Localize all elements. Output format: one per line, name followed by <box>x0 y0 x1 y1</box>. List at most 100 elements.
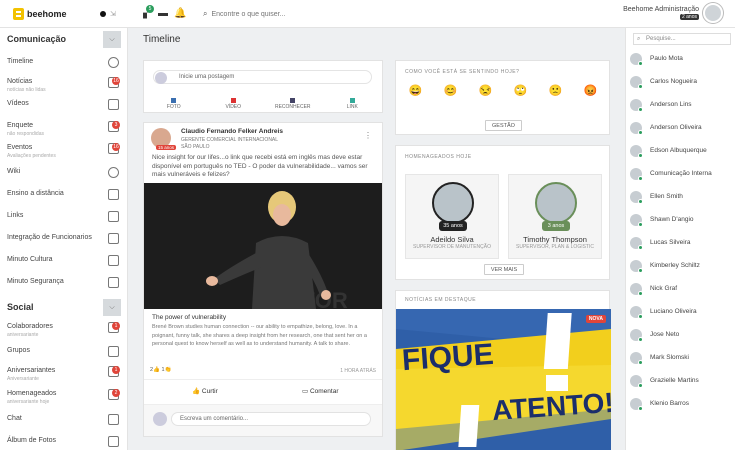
book-icon <box>108 255 119 266</box>
post-input[interactable]: Inicie uma postagem <box>153 70 372 84</box>
bell-icon[interactable]: 🔔 <box>174 8 186 20</box>
status-dot-icon[interactable] <box>100 11 106 17</box>
contact-item[interactable]: Carlos Nogueira <box>630 73 730 93</box>
sidebar-item-enquete[interactable]: Enquete não respondidas 3 <box>7 118 121 138</box>
unamused-emoji-icon[interactable]: 😒 <box>478 84 493 99</box>
sad-emoji-icon[interactable]: 🙁 <box>548 84 563 99</box>
post-author[interactable]: Claudio Fernando Felker Andreis <box>181 128 283 135</box>
avatar <box>535 182 577 224</box>
sidebar-item-ensino[interactable]: Ensino a distância <box>7 186 121 206</box>
honored-person[interactable]: 3 anos Timothy Thompson SUPERVISOR, PLAN… <box>508 174 602 259</box>
online-status-icon <box>638 222 643 227</box>
mood-title: COMO VOCÊ ESTÁ SE SENTINDO HOJE? <box>405 69 520 75</box>
online-status-icon <box>638 360 643 365</box>
comment-icon: ▭ <box>302 388 310 395</box>
contact-item[interactable]: Luciano Oliveira <box>630 303 730 323</box>
sidebar-item-links[interactable]: Links <box>7 208 121 228</box>
like-button[interactable]: 👍 Curtir <box>192 387 218 395</box>
smile-emoji-icon[interactable]: 😊 <box>443 84 458 99</box>
post-card: 15 anos Claudio Fernando Felker Andreis … <box>143 122 383 437</box>
contact-item[interactable]: Kimberley Schiltz <box>630 257 730 277</box>
contact-item[interactable]: Paulo Mota <box>630 50 730 70</box>
toggle-icon[interactable]: ⇲ <box>110 10 116 18</box>
age-badge: 3 anos <box>542 221 570 231</box>
new-post-card: Inicie uma postagem FOTO VÍDEO RECONHECE… <box>143 60 383 113</box>
online-status-icon <box>638 383 643 388</box>
sidebar-item-homenageados[interactable]: Homenageados aniversariante hoje 2 <box>7 386 121 406</box>
contact-item[interactable]: Klenio Barros <box>630 395 730 415</box>
contact-item[interactable]: Jose Neto <box>630 326 730 346</box>
logo[interactable]: beehome <box>13 8 67 20</box>
sidebar-item-integracao[interactable]: Integração de Funcionarios <box>7 230 121 250</box>
sidebar: Comunicação ⌵ Timeline Notícias notícias … <box>0 28 128 450</box>
eyeroll-emoji-icon[interactable]: 🙄 <box>513 84 528 99</box>
wifi-icon <box>108 57 119 68</box>
see-more-button[interactable]: VER MAIS <box>484 264 524 275</box>
cake-icon: 1 <box>108 366 120 377</box>
new-badge: NOVA <box>585 315 606 323</box>
sidebar-item-eventos[interactable]: Eventos Avaliações pendentes 16 <box>7 140 121 160</box>
grin-emoji-icon[interactable]: 😄 <box>408 84 423 99</box>
user-menu[interactable]: Beehome Administração 2 anos <box>623 3 723 23</box>
contact-item[interactable]: Anderson Oliveira <box>630 119 730 139</box>
sidebar-item-minuto-cultura[interactable]: Minuto Cultura <box>7 252 121 272</box>
comment-input[interactable]: Escreva um comentário... <box>171 412 371 426</box>
contact-item[interactable]: Lucas Silveira <box>630 234 730 254</box>
angry-emoji-icon[interactable]: 😡 <box>583 84 598 99</box>
sidebar-item-timeline[interactable]: Timeline <box>7 54 121 74</box>
reactions[interactable]: 2👍 1👏 <box>150 367 171 373</box>
more-icon[interactable]: ⋮ <box>364 131 372 140</box>
sidebar-item-videos[interactable]: Vídeos <box>7 96 121 116</box>
chat-icon[interactable]: ▬ <box>157 8 169 20</box>
avatar <box>155 72 167 84</box>
contact-item[interactable]: Ellen Smith <box>630 188 730 208</box>
contact-item[interactable]: Edson Albuquerque <box>630 142 730 162</box>
post-image[interactable]: WOR <box>144 183 382 309</box>
link-title[interactable]: The power of vulnerability <box>152 314 226 321</box>
video-icon <box>230 98 236 103</box>
search-bar[interactable]: ⌕ <box>203 7 403 21</box>
recognize-button[interactable]: RECONHECER <box>270 98 315 110</box>
contact-item[interactable]: Shawn D'angio <box>630 211 730 231</box>
photo-button[interactable]: FOTO <box>151 98 196 110</box>
honored-person[interactable]: 35 anos Adeildo Silva SUPERVISOR DE MANU… <box>405 174 499 259</box>
sidebar-item-noticias[interactable]: Notícias notícias não lidas 16 <box>7 74 121 94</box>
online-status-icon <box>638 130 643 135</box>
contact-item[interactable]: Comunicação Interna <box>630 165 730 185</box>
contact-item[interactable]: Nick Graf <box>630 280 730 300</box>
contact-item[interactable]: Anderson Lins <box>630 96 730 116</box>
news-image[interactable]: FIQUE ATENTO! NOVA <box>396 309 611 450</box>
news-title: NOTÍCIAS EM DESTAQUE <box>405 297 477 303</box>
chat-icon <box>108 414 119 425</box>
online-status-icon <box>638 61 643 66</box>
user-badge: 2 anos <box>679 14 699 20</box>
user-avatar[interactable] <box>703 3 723 23</box>
link-button[interactable]: LINK <box>330 98 375 110</box>
globe-icon <box>108 167 119 178</box>
sidebar-item-grupos[interactable]: Grupos <box>7 343 121 363</box>
sidebar-item-aniversariantes[interactable]: Aniversariantes Aniversariante 1 <box>7 363 121 383</box>
link-description: Brené Brown studies human connection -- … <box>152 324 367 347</box>
contact-search-input[interactable]: ⌕ Pesquise... <box>633 33 731 45</box>
online-status-icon <box>638 84 643 89</box>
sidebar-item-wiki[interactable]: Wiki <box>7 164 121 184</box>
thumbs-up-icon: 👍 <box>153 367 160 373</box>
thumbs-up-icon: 👍 <box>192 388 202 395</box>
sidebar-item-album[interactable]: Álbum de Fotos <box>7 433 121 450</box>
post-location: SÃO PAULO <box>181 144 210 150</box>
avatar <box>153 412 167 426</box>
sidebar-item-minuto-seguranca[interactable]: Minuto Segurança <box>7 274 121 294</box>
post-text: Nice insight for our lifes...o link que … <box>152 154 368 178</box>
comment-button[interactable]: ▭ Comentar <box>302 387 339 395</box>
sidebar-item-chat[interactable]: Chat <box>7 411 121 431</box>
contact-item[interactable]: Grazielle Martins <box>630 372 730 392</box>
honored-title: HOMENAGEADOS HOJE <box>405 154 472 160</box>
search-input[interactable] <box>211 10 392 18</box>
contact-item[interactable]: Mark Slomski <box>630 349 730 369</box>
sidebar-item-colaboradores[interactable]: Colaboradores aniversariante 1 <box>7 319 121 339</box>
video-button[interactable]: VÍDEO <box>211 98 256 110</box>
chevron-down-icon[interactable]: ⌵ <box>103 31 121 48</box>
chevron-down-icon[interactable]: ⌵ <box>103 299 121 316</box>
gestao-button[interactable]: GESTÃO <box>485 120 522 131</box>
photo-icon <box>171 98 177 103</box>
